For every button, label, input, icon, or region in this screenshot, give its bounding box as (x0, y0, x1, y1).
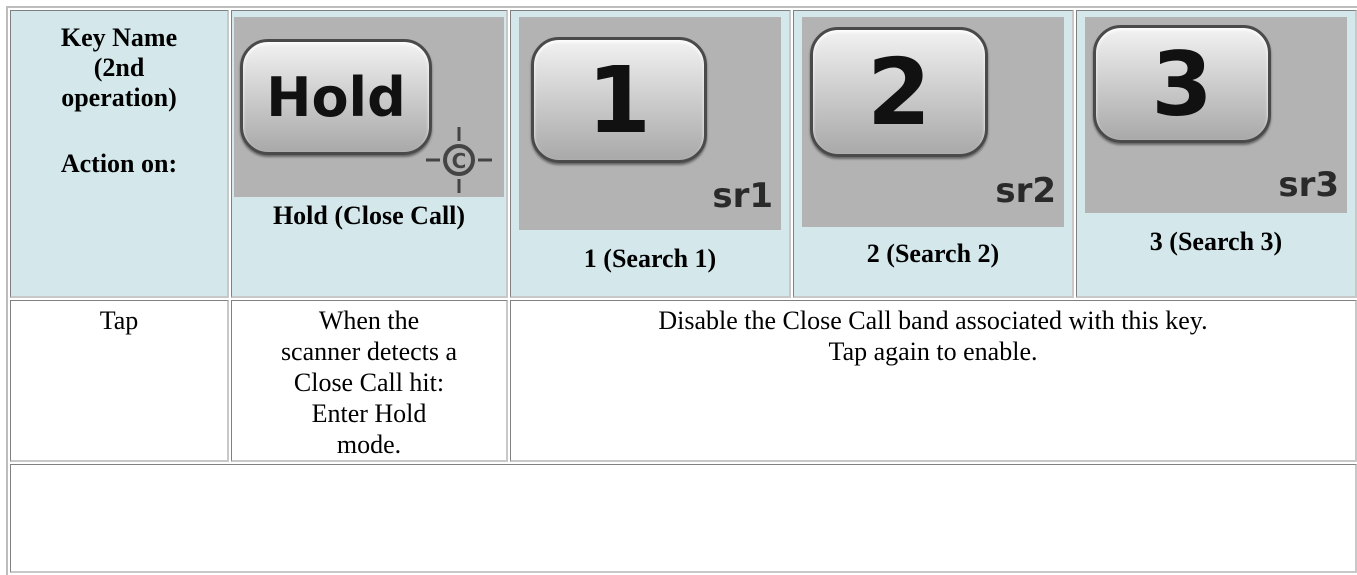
search-tap-cell: Disable the Close Call band associated w… (510, 300, 1357, 462)
hold-tap-cell: When the scanner detects a Close Call hi… (231, 300, 508, 462)
svg-text:C: C (452, 149, 467, 173)
hold-key-image: Hold C (234, 17, 504, 197)
search-tap-description: Disable the Close Call band associated w… (511, 301, 1355, 367)
tap-action-cell: Tap (10, 300, 229, 462)
hold-tap-line: scanner detects a (280, 337, 458, 366)
key-3-keycap: 3 (1093, 25, 1271, 143)
hold-key-label: Hold (Close Call) (272, 201, 466, 230)
key-2-sub-label: sr2 (995, 171, 1056, 211)
action-on-header: Action on: (60, 149, 178, 178)
key-1-label: 1 (Search 1) (583, 244, 717, 273)
key-name-line-3: operation) (61, 83, 177, 112)
key-1-sub-label: sr1 (712, 176, 773, 216)
close-call-icon: C (426, 127, 492, 193)
hold-tap-description: When the scanner detects a Close Call hi… (232, 301, 506, 460)
empty-cell (10, 464, 1357, 573)
hold-key-header-cell: Hold C Hold (Close Call) (231, 10, 508, 298)
search-tap-line: Tap again to enable. (828, 337, 1038, 366)
key-2-keycap: 2 (810, 27, 988, 157)
hold-tap-line: mode. (336, 430, 402, 459)
key-2-header-cell: 2 sr2 2 (Search 2) (793, 10, 1074, 298)
key-function-table: Key Name (2nd operation) Action on: Hold… (6, 6, 1357, 575)
key-1-keycap: 1 (531, 37, 707, 163)
header-row: Key Name (2nd operation) Action on: Hold… (10, 10, 1357, 298)
key-3-label: 3 (Search 3) (1149, 227, 1283, 256)
hold-tap-line: Enter Hold (311, 399, 427, 428)
key-2-label: 2 (Search 2) (866, 239, 1000, 268)
hold-keycap: Hold (240, 39, 432, 155)
key-3-image: 3 sr3 (1085, 17, 1347, 213)
hold-tap-line: When the (318, 306, 420, 335)
empty-row (10, 464, 1357, 573)
tap-row: Tap When the scanner detects a Close Cal… (10, 300, 1357, 462)
key-3-header-cell: 3 sr3 3 (Search 3) (1076, 10, 1357, 298)
key-2-image: 2 sr2 (802, 17, 1064, 227)
key-1-image: 1 sr1 (519, 17, 781, 230)
key-name-line-1: Key Name (60, 23, 178, 52)
key-1-header-cell: 1 sr1 1 (Search 1) (510, 10, 791, 298)
hold-tap-line: Close Call hit: (293, 368, 445, 397)
key-3-sub-label: sr3 (1278, 165, 1339, 205)
search-tap-line: Disable the Close Call band associated w… (658, 306, 1208, 335)
key-name-header-cell: Key Name (2nd operation) Action on: (10, 10, 229, 298)
tap-action-label: Tap (99, 306, 139, 335)
key-name-line-2: (2nd (93, 53, 145, 82)
key-name-header: Key Name (2nd operation) (11, 11, 227, 113)
